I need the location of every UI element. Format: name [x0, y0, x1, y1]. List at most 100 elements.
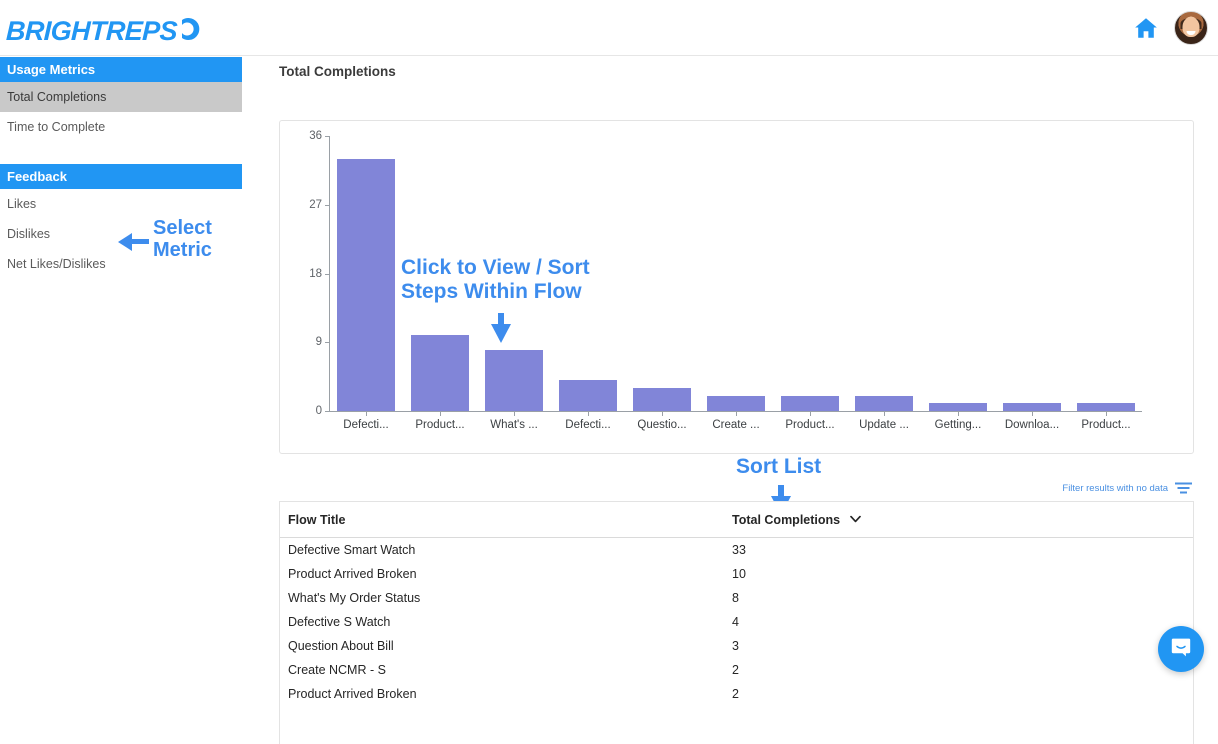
annotation-select-metric-line2: Metric — [153, 239, 212, 261]
filter-results-control[interactable]: Filter results with no data — [1062, 481, 1192, 495]
table-row[interactable]: Defective S Watch 4 — [280, 610, 1193, 634]
avatar[interactable] — [1174, 11, 1208, 45]
annotation-sort-list: Sort List — [736, 455, 821, 479]
x-tick-label-7[interactable]: Update ... — [859, 419, 909, 431]
y-tick-label-27: 27 — [294, 199, 322, 211]
x-tick-label-8[interactable]: Getting... — [935, 419, 982, 431]
table-row[interactable]: What's My Order Status 8 — [280, 586, 1193, 610]
chat-bubble-icon — [1169, 635, 1193, 664]
brightreps-logo[interactable]: BRIGHTREPS — [6, 14, 204, 49]
flows-table: Flow Title Total Completions Defective S — [280, 502, 1193, 706]
y-tick-label-9: 9 — [294, 336, 322, 348]
x-tick-mark-1 — [440, 412, 441, 416]
x-tick-mark-7 — [884, 412, 885, 416]
flows-table-card: Flow Title Total Completions Defective S — [279, 501, 1194, 744]
cell-total-completions: 33 — [724, 538, 1193, 563]
select-metric-arrow-tail — [131, 239, 149, 244]
x-tick-label-4[interactable]: Questio... — [637, 419, 686, 431]
annotation-click-to-view-line2: Steps Within Flow — [401, 280, 741, 304]
cell-flow-title: Defective S Watch — [280, 610, 724, 634]
filter-results-label[interactable]: Filter results with no data — [1062, 483, 1168, 494]
cell-total-completions: 10 — [724, 562, 1193, 586]
cell-flow-title: Question About Bill — [280, 634, 724, 658]
cell-flow-title: Create NCMR - S — [280, 658, 724, 682]
select-metric-arrowhead — [118, 233, 132, 251]
x-tick-mark-9 — [1032, 412, 1033, 416]
sort-desc-caret-icon[interactable] — [850, 514, 861, 526]
bar-9[interactable] — [1003, 403, 1061, 411]
bar-2[interactable] — [485, 350, 543, 411]
x-tick-label-6[interactable]: Product... — [785, 419, 834, 431]
top-bar-actions — [1133, 11, 1208, 45]
cell-flow-title: Product Arrived Broken — [280, 562, 724, 586]
cell-flow-title: Product Arrived Broken — [280, 682, 724, 706]
bar-chart[interactable]: 36 27 18 9 0 — [280, 121, 1195, 455]
nav-spacer — [0, 142, 242, 164]
annotation-select-metric: Select Metric — [153, 217, 212, 262]
x-tick-label-3[interactable]: Defecti... — [565, 419, 610, 431]
sidebar-item-total-completions[interactable]: Total Completions — [0, 82, 242, 112]
x-tick-label-10[interactable]: Product... — [1081, 419, 1130, 431]
x-tick-label-1[interactable]: Product... — [415, 419, 464, 431]
bar-3[interactable] — [559, 380, 617, 411]
y-tick-mark-0 — [325, 411, 330, 412]
bar-10[interactable] — [1077, 403, 1135, 411]
y-tick-mark-36 — [325, 136, 330, 137]
bar-1[interactable] — [411, 335, 469, 411]
sidebar-item-time-to-complete[interactable]: Time to Complete — [0, 112, 242, 142]
x-tick-mark-0 — [366, 412, 367, 416]
sidebar: Usage Metrics Total Completions Time to … — [0, 57, 242, 687]
column-header-flow-title-label: Flow Title — [288, 513, 345, 527]
column-header-flow-title[interactable]: Flow Title — [280, 502, 724, 538]
cell-total-completions: 2 — [724, 658, 1193, 682]
bar-8[interactable] — [929, 403, 987, 411]
page-title: Total Completions — [279, 64, 396, 79]
y-tick-mark-27 — [325, 205, 330, 206]
bar-5[interactable] — [707, 396, 765, 411]
table-row[interactable]: Product Arrived Broken 10 — [280, 562, 1193, 586]
nav-header-feedback: Feedback — [0, 164, 242, 189]
table-row[interactable]: Defective Smart Watch 33 — [280, 538, 1193, 563]
x-tick-mark-8 — [958, 412, 959, 416]
table-row[interactable]: Question About Bill 3 — [280, 634, 1193, 658]
main-content: Total Completions 36 27 18 9 0 — [242, 57, 1218, 687]
x-tick-mark-2 — [514, 412, 515, 416]
column-header-total-completions[interactable]: Total Completions — [724, 502, 1193, 538]
filter-icon[interactable] — [1175, 481, 1192, 495]
sidebar-item-likes[interactable]: Likes — [0, 189, 242, 219]
x-tick-label-5[interactable]: Create ... — [712, 419, 759, 431]
cell-total-completions: 2 — [724, 682, 1193, 706]
x-tick-label-0[interactable]: Defecti... — [343, 419, 388, 431]
bar-0[interactable] — [337, 159, 395, 411]
x-tick-mark-10 — [1106, 412, 1107, 416]
chat-launcher-button[interactable] — [1158, 626, 1204, 672]
y-tick-mark-9 — [325, 342, 330, 343]
y-tick-label-0: 0 — [294, 405, 322, 417]
bar-7[interactable] — [855, 396, 913, 411]
logo-wordmark: BRIGHTREPS — [5, 16, 177, 47]
x-tick-mark-4 — [662, 412, 663, 416]
bar-4[interactable] — [633, 388, 691, 411]
nav-header-usage-metrics: Usage Metrics — [0, 57, 242, 82]
table-row[interactable]: Create NCMR - S 2 — [280, 658, 1193, 682]
x-tick-label-9[interactable]: Downloa... — [1005, 419, 1059, 431]
cell-flow-title: Defective Smart Watch — [280, 538, 724, 563]
x-tick-mark-5 — [736, 412, 737, 416]
y-tick-label-36: 36 — [294, 130, 322, 142]
home-icon[interactable] — [1133, 15, 1159, 41]
x-tick-label-2[interactable]: What's ... — [490, 419, 538, 431]
annotation-click-to-view: Click to View / Sort Steps Within Flow — [401, 256, 741, 303]
cell-total-completions: 8 — [724, 586, 1193, 610]
top-bar: BRIGHTREPS — [0, 0, 1218, 56]
annotation-click-to-view-line1: Click to View / Sort — [401, 256, 741, 280]
table-header-row: Flow Title Total Completions — [280, 502, 1193, 538]
cell-total-completions: 4 — [724, 610, 1193, 634]
column-header-total-completions-label: Total Completions — [732, 513, 840, 527]
chart-card: 36 27 18 9 0 — [279, 120, 1194, 454]
table-row[interactable]: Product Arrived Broken 2 — [280, 682, 1193, 706]
bar-6[interactable] — [781, 396, 839, 411]
cell-flow-title: What's My Order Status — [280, 586, 724, 610]
y-tick-label-18: 18 — [294, 268, 322, 280]
logo-loop-icon — [178, 15, 204, 50]
nav-group-usage-metrics: Usage Metrics Total Completions Time to … — [0, 57, 242, 142]
